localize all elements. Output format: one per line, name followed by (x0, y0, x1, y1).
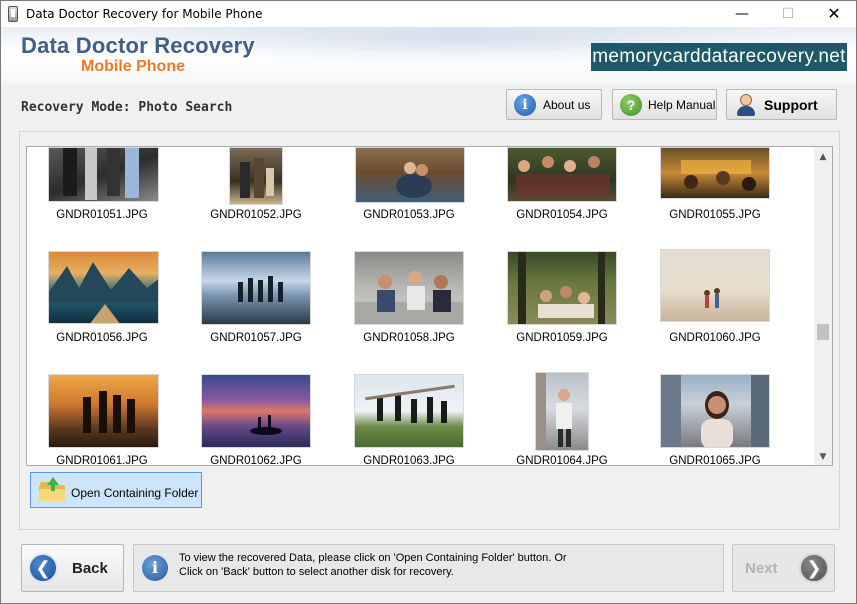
next-button[interactable]: Next ❯ (732, 544, 835, 592)
back-arrow-icon: ❮ (28, 553, 58, 583)
photo-filename: GNDR01059.JPG (516, 332, 608, 344)
photo-thumbnail[interactable] (48, 251, 159, 324)
next-arrow-icon: ❯ (799, 553, 829, 583)
info-icon: i (514, 94, 536, 116)
gallery-scrollbar[interactable]: ▲ ▼ (814, 147, 832, 465)
support-button[interactable]: Support (726, 89, 837, 120)
title-bar: Data Doctor Recovery for Mobile Phone — … (1, 1, 856, 27)
scroll-down-arrow-icon[interactable]: ▼ (814, 449, 832, 465)
photo-filename: GNDR01051.JPG (56, 209, 148, 221)
window-title: Data Doctor Recovery for Mobile Phone (26, 7, 263, 21)
photo-filename: GNDR01064.JPG (516, 455, 608, 466)
info-line-2: Click on 'Back' button to select another… (179, 566, 454, 578)
website-badge: memorycarddatarecovery.net (591, 43, 847, 71)
photo-gallery[interactable]: GNDR01051.JPG GNDR01052.JPG GNDR01053.JP… (26, 146, 833, 466)
photo-thumbnail[interactable] (48, 147, 159, 202)
support-label: Support (764, 97, 818, 113)
minimize-button[interactable]: — (719, 1, 765, 27)
photo-thumbnail[interactable] (660, 147, 770, 199)
photo-thumbnail[interactable] (535, 372, 589, 451)
photo-thumbnail[interactable] (660, 249, 770, 322)
next-label: Next (745, 560, 778, 577)
about-us-label: About us (543, 98, 591, 112)
phone-app-icon (8, 6, 18, 22)
photo-filename: GNDR01061.JPG (56, 455, 148, 466)
info-message-box: i To view the recovered Data, please cli… (133, 544, 724, 592)
brand-title: Data Doctor Recovery (21, 33, 255, 58)
photo-thumbnail[interactable] (229, 147, 283, 205)
info-icon: i (142, 555, 168, 581)
photo-thumbnail[interactable] (507, 251, 617, 325)
close-button[interactable]: ✕ (811, 1, 856, 27)
info-line-1: To view the recovered Data, please click… (179, 552, 567, 564)
help-manual-button[interactable]: ? Help Manual (612, 89, 717, 120)
photo-filename: GNDR01063.JPG (363, 455, 455, 466)
support-person-icon (735, 93, 757, 117)
photo-thumbnail[interactable] (507, 147, 617, 202)
recovery-mode-label: Recovery Mode: Photo Search (21, 100, 233, 115)
maximize-button[interactable]: ☐ (765, 1, 811, 27)
help-icon: ? (620, 94, 642, 116)
back-label: Back (72, 560, 108, 577)
photo-filename: GNDR01053.JPG (363, 209, 455, 221)
photo-filename: GNDR01052.JPG (210, 209, 302, 221)
back-button[interactable]: ❮ Back (21, 544, 124, 592)
photo-filename: GNDR01058.JPG (363, 332, 455, 344)
photo-thumbnail[interactable] (354, 251, 464, 325)
scroll-up-arrow-icon[interactable]: ▲ (814, 149, 832, 165)
photo-thumbnail[interactable] (201, 251, 311, 325)
photo-filename: GNDR01054.JPG (516, 209, 608, 221)
photo-thumbnail[interactable] (660, 374, 770, 448)
photo-thumbnail[interactable] (354, 374, 464, 448)
info-message: To view the recovered Data, please click… (179, 551, 567, 579)
photo-filename: GNDR01060.JPG (669, 332, 761, 344)
photo-thumbnail[interactable] (201, 374, 311, 448)
header-banner: Data Doctor Recovery Mobile Phone memory… (1, 27, 856, 85)
photo-filename: GNDR01057.JPG (210, 332, 302, 344)
photo-filename: GNDR01062.JPG (210, 455, 302, 466)
photo-filename: GNDR01055.JPG (669, 209, 761, 221)
about-us-button[interactable]: i About us (506, 89, 602, 120)
photo-filename: GNDR01056.JPG (56, 332, 148, 344)
open-containing-folder-button[interactable]: Open Containing Folder (30, 472, 202, 508)
app-window: Data Doctor Recovery for Mobile Phone — … (0, 0, 857, 604)
photo-thumbnail[interactable] (48, 374, 159, 448)
help-manual-label: Help Manual (648, 98, 716, 112)
folder-icon (39, 477, 65, 501)
brand-subtitle: Mobile Phone (81, 58, 185, 75)
photo-thumbnail[interactable] (355, 147, 465, 203)
photo-filename: GNDR01065.JPG (669, 455, 761, 466)
scrollbar-thumb[interactable] (817, 324, 829, 340)
open-folder-label: Open Containing Folder (71, 486, 199, 500)
